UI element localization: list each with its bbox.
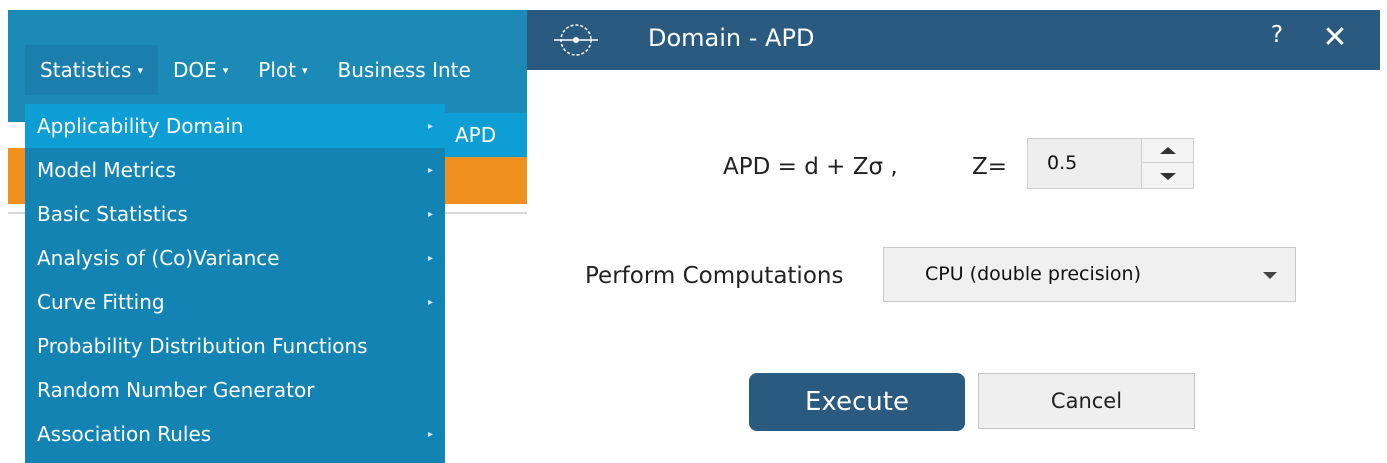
menu-statistics[interactable]: Statistics ▾ xyxy=(25,45,158,95)
z-spinbox: 0.5 xyxy=(1027,138,1194,189)
app-window: Statistics ▾ DOE ▾ Plot ▾ Business Inte … xyxy=(0,0,527,463)
menu-doe-label: DOE xyxy=(172,58,217,82)
dialog-title: Domain - APD xyxy=(648,24,815,52)
caret-down-icon: ▾ xyxy=(222,63,229,77)
menu-business-intelligence[interactable]: Business Inte xyxy=(323,45,486,95)
close-icon[interactable]: ✕ xyxy=(1315,18,1355,58)
menu-item-basic-statistics[interactable]: Basic Statistics ▸ xyxy=(25,192,445,236)
submenu-item-label: APD xyxy=(455,123,497,147)
menu-statistics-label: Statistics xyxy=(40,58,132,82)
z-label: Z= xyxy=(972,154,1008,180)
menu-plot-label: Plot xyxy=(258,58,296,82)
apd-formula: APD = d + Zσ , xyxy=(723,154,898,180)
chevron-down-icon xyxy=(1263,272,1277,279)
statistics-dropdown: Applicability Domain ▸ Model Metrics ▸ B… xyxy=(25,104,445,463)
menu-item-label: Model Metrics xyxy=(37,158,177,182)
menu-item-association-rules[interactable]: Association Rules ▸ xyxy=(25,412,445,456)
submenu-item-apd[interactable]: APD xyxy=(445,113,527,157)
menu-business-label: Business Inte xyxy=(337,58,471,82)
menu-item-label: Analysis of (Co)Variance xyxy=(37,246,280,270)
spin-down-button[interactable] xyxy=(1143,164,1193,188)
caret-down-icon: ▾ xyxy=(301,63,308,77)
menu-item-label: Probability Distribution Functions xyxy=(37,334,368,358)
app-logo-icon xyxy=(554,24,598,56)
chevron-right-icon: ▸ xyxy=(427,252,433,264)
menu-plot[interactable]: Plot ▾ xyxy=(243,45,322,95)
menu-item-probability-distribution-functions[interactable]: Probability Distribution Functions xyxy=(25,324,445,368)
menu-item-model-metrics[interactable]: Model Metrics ▸ xyxy=(25,148,445,192)
menu-item-curve-fitting[interactable]: Curve Fitting ▸ xyxy=(25,280,445,324)
chevron-right-icon: ▸ xyxy=(427,428,433,440)
menu-item-label: Random Number Generator xyxy=(37,378,315,402)
menu-item-label: Association Rules xyxy=(37,422,212,446)
menu-doe[interactable]: DOE ▾ xyxy=(158,45,243,95)
perform-computations-label: Perform Computations xyxy=(585,263,844,289)
arrow-up-icon xyxy=(1160,147,1176,154)
compute-device-select[interactable]: CPU (double precision) xyxy=(883,247,1296,302)
execute-button[interactable]: Execute xyxy=(749,373,965,431)
menu-item-random-number-generator[interactable]: Random Number Generator xyxy=(25,368,445,412)
chevron-right-icon: ▸ xyxy=(427,120,433,132)
chevron-right-icon: ▸ xyxy=(427,164,433,176)
menu-item-label: Basic Statistics xyxy=(37,202,188,226)
help-button[interactable]: ? xyxy=(1265,22,1289,56)
spin-up-button[interactable] xyxy=(1143,139,1193,163)
domain-apd-dialog: Domain - APD ? ✕ APD = d + Zσ , Z= 0.5 P… xyxy=(527,10,1387,463)
dialog-titlebar: Domain - APD ? ✕ xyxy=(527,10,1380,70)
menu-item-applicability-domain[interactable]: Applicability Domain ▸ xyxy=(25,104,445,148)
menu-item-label: Curve Fitting xyxy=(37,290,165,314)
arrow-down-icon xyxy=(1160,172,1176,180)
chevron-right-icon: ▸ xyxy=(427,296,433,308)
z-value-input[interactable]: 0.5 xyxy=(1028,139,1142,188)
caret-down-icon: ▾ xyxy=(137,63,143,77)
cancel-button[interactable]: Cancel xyxy=(978,373,1195,429)
compute-device-value: CPU (double precision) xyxy=(925,263,1142,285)
menu-item-label: Applicability Domain xyxy=(37,114,244,138)
main-menubar: Statistics ▾ DOE ▾ Plot ▾ Business Inte xyxy=(25,45,486,95)
chevron-right-icon: ▸ xyxy=(427,208,433,220)
menu-item-analysis-of-covariance[interactable]: Analysis of (Co)Variance ▸ xyxy=(25,236,445,280)
